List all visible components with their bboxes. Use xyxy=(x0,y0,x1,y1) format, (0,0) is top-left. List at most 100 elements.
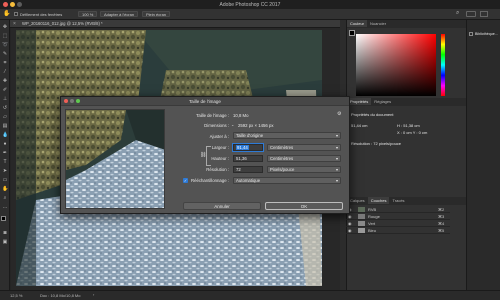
fit-to-label: Ajuster à : xyxy=(209,134,229,139)
title-bar: Adobe Photoshop CC 2017 xyxy=(0,0,500,9)
move-tool-icon[interactable]: ✥ xyxy=(2,24,8,30)
height-unit-select[interactable]: Centimètres ▾ xyxy=(267,155,341,162)
channel-row-rgb[interactable]: ◉ RVB ⌘2 xyxy=(346,206,450,213)
resample-select[interactable]: Automatique ▾ xyxy=(233,177,341,184)
resolution-unit-select[interactable]: Pixels/pouce ▾ xyxy=(267,166,341,173)
resolution-label: Résolution : xyxy=(206,167,229,172)
resample-checkbox[interactable]: ✓ xyxy=(183,178,188,183)
channel-thumbnail xyxy=(358,214,365,219)
marquee-tool-icon[interactable]: ⬚ xyxy=(2,33,8,39)
channel-label: Rouge xyxy=(368,214,380,219)
dimensions-value: 2592 px × 1456 px xyxy=(238,123,274,128)
hand-tool-icon[interactable]: ✋ xyxy=(2,186,8,192)
document-tab[interactable]: × WP_20160116_012.jpg @ 12,5% (RVB/8) * xyxy=(10,20,340,28)
channel-row-red[interactable]: ◉ Rouge ⌘3 xyxy=(346,213,450,220)
type-tool-icon[interactable]: T xyxy=(2,159,8,165)
eraser-tool-icon[interactable]: ▱ xyxy=(2,114,8,120)
document-tab-label: WP_20160116_012.jpg @ 12,5% (RVB/8) * xyxy=(22,21,103,26)
color-field[interactable] xyxy=(356,34,436,96)
libraries-icon[interactable] xyxy=(469,32,473,36)
rectangle-tool-icon[interactable]: ▭ xyxy=(2,177,8,183)
fit-to-select[interactable]: Taille d'origine ▾ xyxy=(233,132,341,139)
height-label: Hauteur : xyxy=(211,156,229,161)
dimensions-label: Dimensions : xyxy=(204,123,229,128)
eyedropper-tool-icon[interactable]: ⁄ xyxy=(2,69,8,75)
tab-adjustments[interactable]: Réglages xyxy=(371,98,394,105)
resolution-unit: Pixels/pouce xyxy=(270,167,295,172)
minimize-window-button[interactable] xyxy=(10,2,15,7)
more-tools-icon[interactable]: … xyxy=(2,204,8,210)
channel-shortcut: ⌘2 xyxy=(438,207,445,212)
search-icon[interactable]: ⌕ xyxy=(456,10,459,17)
tab-swatches[interactable]: Nuancier xyxy=(367,20,389,27)
chevron-down-icon: ▾ xyxy=(335,145,338,150)
lasso-tool-icon[interactable]: ➰ xyxy=(2,42,8,48)
width-unit-select[interactable]: Centimètres ▾ xyxy=(267,144,341,151)
fill-screen-button[interactable]: Plein écran xyxy=(142,11,171,17)
width-unit: Centimètres xyxy=(270,145,294,150)
width-label: Largeur : xyxy=(211,145,229,150)
share-icon[interactable] xyxy=(480,11,488,17)
quick-selection-tool-icon[interactable]: ✎ xyxy=(2,51,8,57)
tab-layers[interactable]: Calques xyxy=(347,197,368,204)
hue-slider[interactable] xyxy=(441,34,445,96)
cancel-button[interactable]: Annuler xyxy=(183,202,261,210)
clone-stamp-tool-icon[interactable]: ⊥ xyxy=(2,96,8,102)
healing-brush-tool-icon[interactable]: ✚ xyxy=(2,78,8,84)
zoom-level[interactable]: 12,5 % xyxy=(10,293,22,298)
app-title: Adobe Photoshop CC 2017 xyxy=(219,2,281,8)
quick-mask-icon[interactable]: ◙ xyxy=(2,230,8,236)
zoom-tool-icon[interactable]: ⌕ xyxy=(2,195,8,201)
channel-row-blue[interactable]: ◉ Bleu ⌘5 xyxy=(346,227,450,234)
channel-thumbnail xyxy=(358,207,365,212)
channel-shortcut: ⌘5 xyxy=(438,228,445,233)
visibility-eye-icon[interactable]: ◉ xyxy=(348,213,352,220)
screen-mode-icon[interactable]: ▣ xyxy=(2,239,8,245)
visibility-eye-icon[interactable]: ◉ xyxy=(348,227,352,234)
scroll-all-checkbox[interactable] xyxy=(14,12,18,16)
crop-tool-icon[interactable]: ⌗ xyxy=(2,60,8,66)
dialog-title-bar[interactable]: Taille de l'image xyxy=(61,97,349,106)
image-preview[interactable] xyxy=(65,109,165,209)
gradient-tool-icon[interactable]: ▤ xyxy=(2,123,8,129)
properties-panel-tabs: Propriétés Réglages xyxy=(347,98,467,106)
height-value: 51,36 xyxy=(236,156,247,161)
dimensions-dropdown-icon[interactable]: ⌄ xyxy=(231,122,234,127)
foreground-color-swatch[interactable] xyxy=(1,216,6,221)
image-size-dialog: Taille de l'image Taille de l'image : 10… xyxy=(60,96,350,214)
libraries-label[interactable]: Bibliothèque... xyxy=(475,32,498,36)
image-size-label: Taille de l'image : xyxy=(196,113,229,118)
channel-shortcut: ⌘4 xyxy=(438,221,445,226)
resolution-input[interactable]: 72 xyxy=(233,166,263,173)
zoom-100-button[interactable]: 100 % xyxy=(78,11,98,17)
status-arrow-icon[interactable]: › xyxy=(93,292,94,297)
settings-gear-icon[interactable]: ⚙ xyxy=(337,111,341,117)
channel-row-green[interactable]: ◉ Vert ⌘4 xyxy=(346,220,450,227)
chevron-down-icon: ▾ xyxy=(335,133,338,138)
dodge-tool-icon[interactable]: ● xyxy=(2,141,8,147)
brush-tool-icon[interactable]: ✐ xyxy=(2,87,8,93)
tab-properties[interactable]: Propriétés xyxy=(347,98,372,105)
history-brush-tool-icon[interactable]: ↺ xyxy=(2,105,8,111)
ok-button[interactable]: OK xyxy=(265,202,343,210)
tab-channels[interactable]: Couches xyxy=(367,197,390,204)
fit-screen-button[interactable]: Adapter à l'écran xyxy=(100,11,139,17)
path-selection-tool-icon[interactable]: ➤ xyxy=(2,168,8,174)
tab-color[interactable]: Couleur xyxy=(347,20,368,27)
close-window-button[interactable] xyxy=(3,2,8,7)
pen-tool-icon[interactable]: ✒ xyxy=(2,150,8,156)
tab-paths[interactable]: Tracés xyxy=(389,197,407,204)
height-input[interactable]: 51,36 xyxy=(233,155,263,162)
visibility-eye-icon[interactable]: ◉ xyxy=(348,220,352,227)
properties-xy: X : 0 cm Y : 0 cm xyxy=(397,130,428,135)
blur-tool-icon[interactable]: 💧 xyxy=(2,132,8,138)
zoom-window-button[interactable] xyxy=(17,2,22,7)
color-panel-foreground[interactable] xyxy=(349,30,355,36)
close-tab-icon[interactable]: × xyxy=(13,21,16,27)
properties-title: Propriétés du document xyxy=(351,112,394,117)
dialog-title: Taille de l'image xyxy=(189,99,221,104)
channel-shortcut: ⌘3 xyxy=(438,214,445,219)
workspace-switcher-icon[interactable] xyxy=(466,11,476,17)
width-input[interactable]: 91,44 xyxy=(233,144,263,151)
properties-height: H : 51,38 cm xyxy=(397,123,420,128)
